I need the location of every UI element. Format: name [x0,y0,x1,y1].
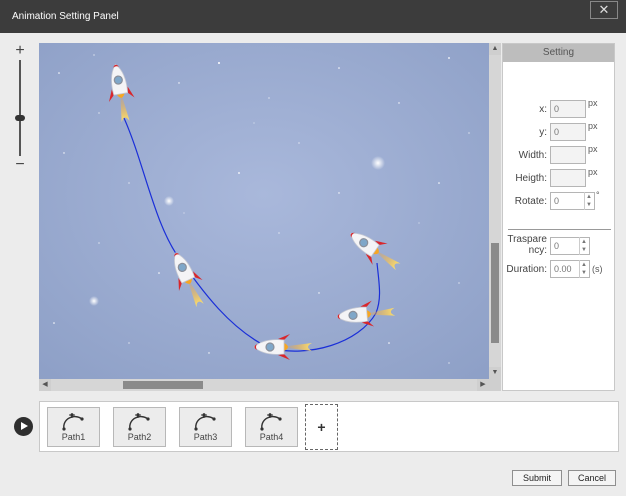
spin-up-icon[interactable]: ▲ [581,261,587,269]
submit-button[interactable]: Submit [512,470,562,486]
vertical-scroll-thumb[interactable] [491,243,499,343]
spin-up-icon[interactable]: ▲ [581,238,587,246]
rotate-unit: ° [596,190,600,200]
duration-unit: (s) [592,264,603,274]
transparency-field-row: Traspare ncy: 0 ▲ ▼ [503,234,616,258]
transparency-label-line2: ncy: [528,245,547,256]
y-unit: px [588,121,598,131]
window-title: Animation Setting Panel [12,11,119,22]
play-button[interactable] [14,417,33,436]
scroll-up-arrow-icon[interactable]: ▲ [489,43,501,55]
x-input[interactable]: 0 [550,100,586,118]
duration-input[interactable]: 0.00 ▲ ▼ [550,260,590,278]
zoom-slider[interactable]: + − [11,43,29,173]
path-label: Path4 [259,432,284,442]
bright-star [371,156,385,170]
width-field-row: Width: px [503,144,616,166]
height-label: Heigth: [515,173,547,184]
spin-down-icon[interactable]: ▼ [581,269,587,277]
stage[interactable] [39,43,489,379]
x-field-row: x: 0 px [503,98,616,120]
x-label: x: [539,104,547,115]
path-button-1[interactable]: Path1 [47,407,100,447]
close-icon: ✕ [598,2,610,17]
path-curve-icon [62,413,84,431]
transparency-value: 0 [554,241,560,251]
width-input[interactable] [550,146,586,164]
space-scene[interactable] [39,43,489,379]
path-label: Path3 [193,432,218,442]
cancel-button[interactable]: Cancel [568,470,616,486]
scroll-down-arrow-icon[interactable]: ▼ [489,367,501,379]
path-button-2[interactable]: Path2 [113,407,166,447]
duration-field-row: Duration: 0.00 ▲ ▼ (s) [503,260,616,280]
height-unit: px [588,167,598,177]
x-unit: px [588,98,598,108]
play-icon [21,422,28,430]
zoom-handle[interactable] [15,115,25,121]
vertical-scrollbar[interactable]: ▲ ▼ [489,43,501,379]
settings-panel: Setting x: 0 px y: 0 px Width: px Heigth… [502,43,615,391]
horizontal-scrollbar[interactable]: ◀ ▶ [39,379,489,391]
path-curve-icon [128,413,150,431]
plus-icon: + [317,419,326,435]
close-button[interactable]: ✕ [590,1,618,19]
rotate-label: Rotate: [514,196,547,207]
spin-down-icon[interactable]: ▼ [586,201,592,209]
settings-divider [508,229,611,230]
duration-spinner[interactable]: ▲ ▼ [579,260,589,278]
width-label: Width: [518,150,547,161]
spin-up-icon[interactable]: ▲ [586,193,592,201]
scroll-left-arrow-icon[interactable]: ◀ [39,379,51,391]
animation-canvas[interactable]: ▲ ▼ ◀ ▶ [39,43,501,391]
height-field-row: Heigth: px [503,167,616,189]
scroll-right-arrow-icon[interactable]: ▶ [477,379,489,391]
title-bar: Animation Setting Panel ✕ [0,0,626,33]
path-curve-icon [194,413,216,431]
rotate-input[interactable]: 0 ▲ ▼ [550,192,595,210]
path-button-4[interactable]: Path4 [245,407,298,447]
zoom-in-icon[interactable]: + [11,43,29,59]
path-label: Path1 [61,432,86,442]
rotate-field-row: Rotate: 0 ▲ ▼ ° [503,190,616,212]
rotate-spinner[interactable]: ▲ ▼ [584,192,594,210]
settings-header: Setting [503,44,614,62]
transparency-label: Traspare ncy: [503,234,547,256]
duration-value: 0.00 [554,264,572,274]
transparency-label-line1: Traspare [507,234,547,245]
path-curve-icon [260,413,282,431]
path-button-3[interactable]: Path3 [179,407,232,447]
path-label: Path2 [127,432,152,442]
width-unit: px [588,144,598,154]
spin-down-icon[interactable]: ▼ [581,246,587,254]
y-input[interactable]: 0 [550,123,586,141]
rotate-value: 0 [554,196,560,206]
zoom-out-icon[interactable]: − [11,157,29,173]
duration-label: Duration: [506,264,547,275]
zoom-track[interactable] [19,60,21,156]
y-field-row: y: 0 px [503,121,616,143]
scroll-corner [489,379,501,391]
y-label: y: [539,127,547,138]
add-path-button[interactable]: + [305,404,338,450]
height-input[interactable] [550,169,586,187]
transparency-spinner[interactable]: ▲ ▼ [579,237,589,255]
transparency-input[interactable]: 0 ▲ ▼ [550,237,590,255]
horizontal-scroll-thumb[interactable] [123,381,203,389]
